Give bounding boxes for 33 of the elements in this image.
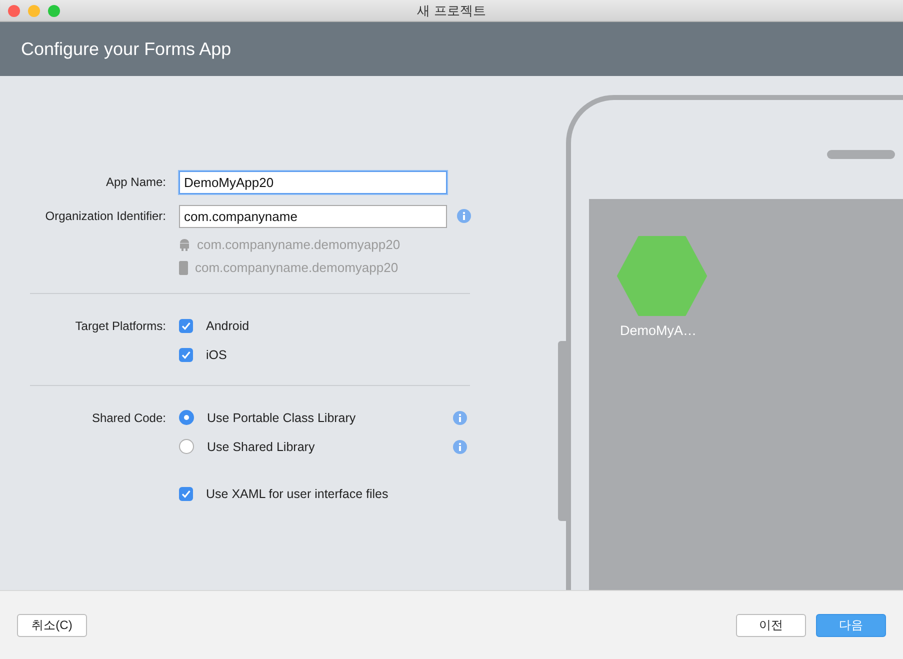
field-label: Target Platforms:: [74, 318, 166, 332]
android-robot-icon: [179, 238, 190, 251]
bundle-id-text: com.companyname.demomyapp20: [195, 260, 398, 275]
field-label: App Name:: [104, 175, 166, 189]
phone-speaker: [827, 150, 895, 159]
dialog-button[interactable]: 취소(C): [17, 614, 87, 636]
page-title: Configure your Forms App: [21, 38, 232, 60]
option-label[interactable]: Android: [206, 318, 250, 332]
input-field[interactable]: DemoMyApp20: [179, 170, 447, 194]
info-icon[interactable]: [453, 410, 467, 424]
radio-button[interactable]: [179, 410, 194, 425]
close-button[interactable]: [8, 4, 20, 16]
minimize-button[interactable]: [28, 4, 40, 16]
radio-button[interactable]: [179, 439, 194, 454]
window-title: 새 프로젝트: [416, 2, 487, 20]
option-label[interactable]: iOS: [206, 348, 227, 362]
zoom-button[interactable]: [48, 4, 60, 16]
option-label[interactable]: Use Shared Library: [207, 440, 315, 454]
input-field[interactable]: com.companyname: [179, 204, 447, 228]
hexagon-app-icon: [617, 236, 707, 316]
dialog-button[interactable]: 이전: [736, 614, 806, 636]
bundle-id-text: com.companyname.demomyapp20: [197, 237, 400, 252]
checkbox[interactable]: [179, 318, 193, 332]
field-label: Organization Identifier:: [44, 209, 166, 223]
info-icon[interactable]: [453, 440, 467, 454]
option-label[interactable]: Use XAML for user interface files: [206, 486, 388, 500]
checkbox[interactable]: [179, 486, 193, 500]
checkbox[interactable]: [179, 348, 193, 362]
phone-icon: [179, 260, 188, 274]
field-label: Shared Code:: [90, 410, 166, 424]
info-icon[interactable]: [457, 209, 471, 223]
app-icon-label: DemoMyA…: [620, 323, 697, 338]
option-label[interactable]: Use Portable Class Library: [207, 410, 356, 424]
